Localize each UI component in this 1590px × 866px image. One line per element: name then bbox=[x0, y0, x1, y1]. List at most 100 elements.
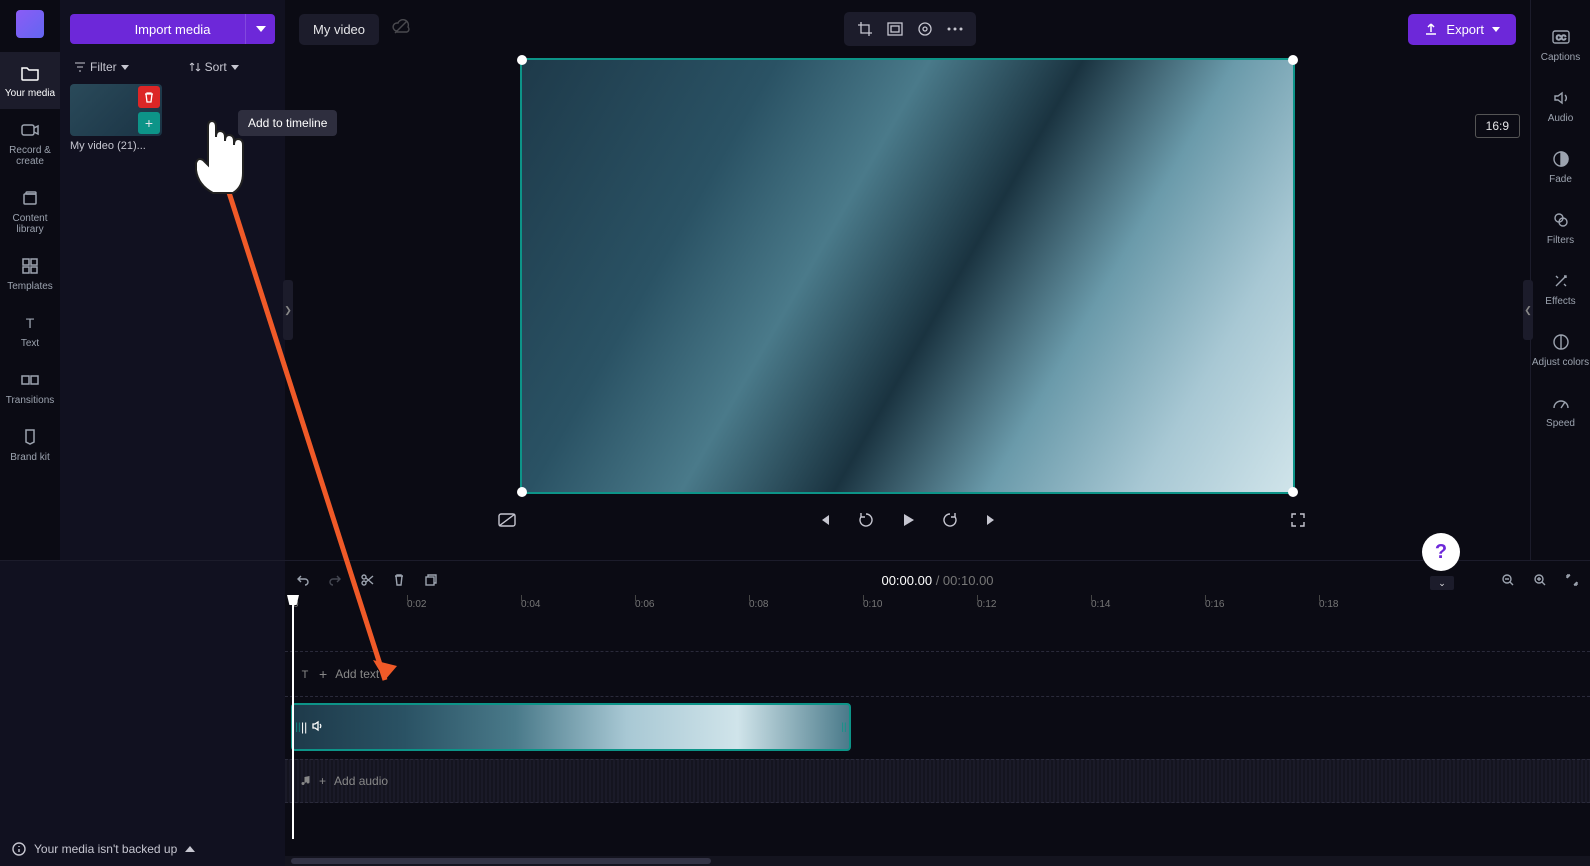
undo-icon bbox=[296, 573, 310, 587]
ruler-tick: 0:08 bbox=[749, 599, 768, 610]
playhead[interactable] bbox=[292, 599, 294, 839]
left-nav-rail: Your media Record & create Content libra… bbox=[0, 0, 60, 560]
rewind-icon bbox=[857, 511, 875, 529]
timecode: 00:00.00 / 00:10.00 bbox=[881, 573, 993, 588]
svg-text:T: T bbox=[26, 315, 35, 331]
prop-label: Fade bbox=[1549, 174, 1572, 185]
nav-brand-kit[interactable]: Brand kit bbox=[0, 416, 60, 473]
forward-icon bbox=[941, 511, 959, 529]
trash-icon bbox=[143, 91, 155, 103]
undo-button[interactable] bbox=[293, 570, 313, 590]
video-canvas[interactable] bbox=[520, 58, 1295, 494]
media-thumbnail[interactable]: + bbox=[70, 84, 162, 136]
zoom-in-icon bbox=[1533, 573, 1547, 587]
fit-button[interactable] bbox=[884, 18, 906, 40]
redo-button[interactable] bbox=[325, 570, 345, 590]
redo-icon bbox=[328, 573, 342, 587]
prop-audio[interactable]: Audio bbox=[1531, 75, 1590, 136]
delete-button[interactable] bbox=[389, 570, 409, 590]
cc-off-icon bbox=[497, 512, 517, 528]
media-item-label: My video (21)... bbox=[70, 140, 162, 152]
import-media-button[interactable]: Import media bbox=[70, 14, 275, 44]
duplicate-button[interactable] bbox=[421, 570, 441, 590]
plus-icon: + bbox=[319, 774, 326, 788]
clip-trim-right[interactable]: || bbox=[839, 705, 849, 749]
play-button[interactable] bbox=[896, 508, 920, 532]
nav-transitions[interactable]: Transitions bbox=[0, 359, 60, 416]
svg-text:T: T bbox=[302, 669, 309, 680]
clip-indicators: || bbox=[301, 720, 323, 734]
prev-frame-button[interactable] bbox=[812, 508, 836, 532]
chevron-down-icon bbox=[1492, 27, 1500, 32]
nav-label: Text bbox=[21, 338, 39, 349]
filter-button[interactable]: Filter bbox=[74, 60, 129, 74]
plus-icon: + bbox=[145, 115, 153, 131]
split-button[interactable] bbox=[357, 570, 377, 590]
delete-media-button[interactable] bbox=[138, 86, 160, 108]
crop-button[interactable] bbox=[854, 18, 876, 40]
scrollbar-thumb[interactable] bbox=[291, 858, 711, 864]
audio-track[interactable]: + Add audio bbox=[285, 759, 1590, 803]
project-title[interactable]: My video bbox=[299, 14, 379, 45]
trash-icon bbox=[393, 573, 405, 587]
prop-speed[interactable]: Speed bbox=[1531, 380, 1590, 441]
prop-filters[interactable]: Filters bbox=[1531, 197, 1590, 258]
filter-label: Filter bbox=[90, 60, 117, 74]
timeline-ruler[interactable]: 0 0:02 0:04 0:06 0:08 0:10 0:12 0:14 0:1… bbox=[285, 599, 1590, 621]
nav-record-create[interactable]: Record & create bbox=[0, 109, 60, 177]
fullscreen-button[interactable] bbox=[1286, 508, 1310, 532]
cloud-sync-icon[interactable] bbox=[391, 19, 411, 39]
ruler-tick: 0:02 bbox=[407, 599, 426, 610]
expand-panel-button[interactable]: ❮ bbox=[1523, 280, 1533, 340]
playback-controls bbox=[305, 494, 1510, 546]
nav-your-media[interactable]: Your media bbox=[0, 52, 60, 109]
chevron-down-icon bbox=[231, 65, 239, 70]
add-to-timeline-button[interactable]: + bbox=[138, 112, 160, 134]
nav-text[interactable]: T Text bbox=[0, 302, 60, 359]
zoom-fit-button[interactable] bbox=[1562, 570, 1582, 590]
pause-icon: || bbox=[301, 720, 307, 734]
resize-handle[interactable] bbox=[517, 55, 527, 65]
backup-status[interactable]: Your media isn't backed up bbox=[0, 832, 285, 866]
dots-icon bbox=[947, 27, 963, 31]
rewind-button[interactable] bbox=[854, 508, 878, 532]
zoom-in-button[interactable] bbox=[1530, 570, 1550, 590]
prop-effects[interactable]: Effects bbox=[1531, 258, 1590, 319]
prop-label: Adjust colors bbox=[1532, 357, 1589, 368]
forward-button[interactable] bbox=[938, 508, 962, 532]
zoom-out-button[interactable] bbox=[1498, 570, 1518, 590]
aspect-ratio-button[interactable]: 16:9 bbox=[1475, 114, 1520, 138]
video-track[interactable]: || || || bbox=[285, 703, 1590, 753]
top-bar: My video Export bbox=[285, 0, 1530, 58]
cursor-hand-icon bbox=[188, 115, 258, 205]
import-dropdown-button[interactable] bbox=[245, 14, 275, 44]
library-icon bbox=[19, 187, 41, 209]
video-clip[interactable]: || || || bbox=[291, 703, 851, 751]
prop-captions[interactable]: CC Captions bbox=[1531, 14, 1590, 75]
next-frame-button[interactable] bbox=[980, 508, 1004, 532]
subtitle-toggle-button[interactable] bbox=[495, 508, 519, 532]
app-logo[interactable] bbox=[16, 10, 44, 38]
pip-button[interactable] bbox=[914, 18, 936, 40]
total-time: 00:10.00 bbox=[943, 573, 994, 588]
resize-handle[interactable] bbox=[1288, 55, 1298, 65]
prop-fade[interactable]: Fade bbox=[1531, 136, 1590, 197]
nav-content-library[interactable]: Content library bbox=[0, 177, 60, 245]
text-track[interactable]: T + Add text bbox=[285, 651, 1590, 697]
media-item[interactable]: + My video (21)... bbox=[70, 84, 162, 152]
ruler-tick: 0:10 bbox=[863, 599, 882, 610]
timeline-scrollbar[interactable] bbox=[285, 856, 1590, 866]
nav-templates[interactable]: Templates bbox=[0, 245, 60, 302]
more-button[interactable] bbox=[944, 18, 966, 40]
upload-icon bbox=[1424, 22, 1438, 36]
zoom-controls bbox=[1498, 570, 1582, 590]
chevron-down-icon bbox=[121, 65, 129, 70]
export-button[interactable]: Export bbox=[1408, 14, 1516, 45]
svg-text:CC: CC bbox=[1555, 35, 1565, 42]
music-icon bbox=[299, 775, 311, 787]
prop-adjust-colors[interactable]: Adjust colors bbox=[1531, 319, 1590, 380]
center-workspace: My video Export 16:9 bbox=[285, 0, 1530, 560]
crop-icon bbox=[857, 21, 873, 37]
speed-icon bbox=[1550, 392, 1572, 414]
sort-button[interactable]: Sort bbox=[189, 60, 239, 74]
